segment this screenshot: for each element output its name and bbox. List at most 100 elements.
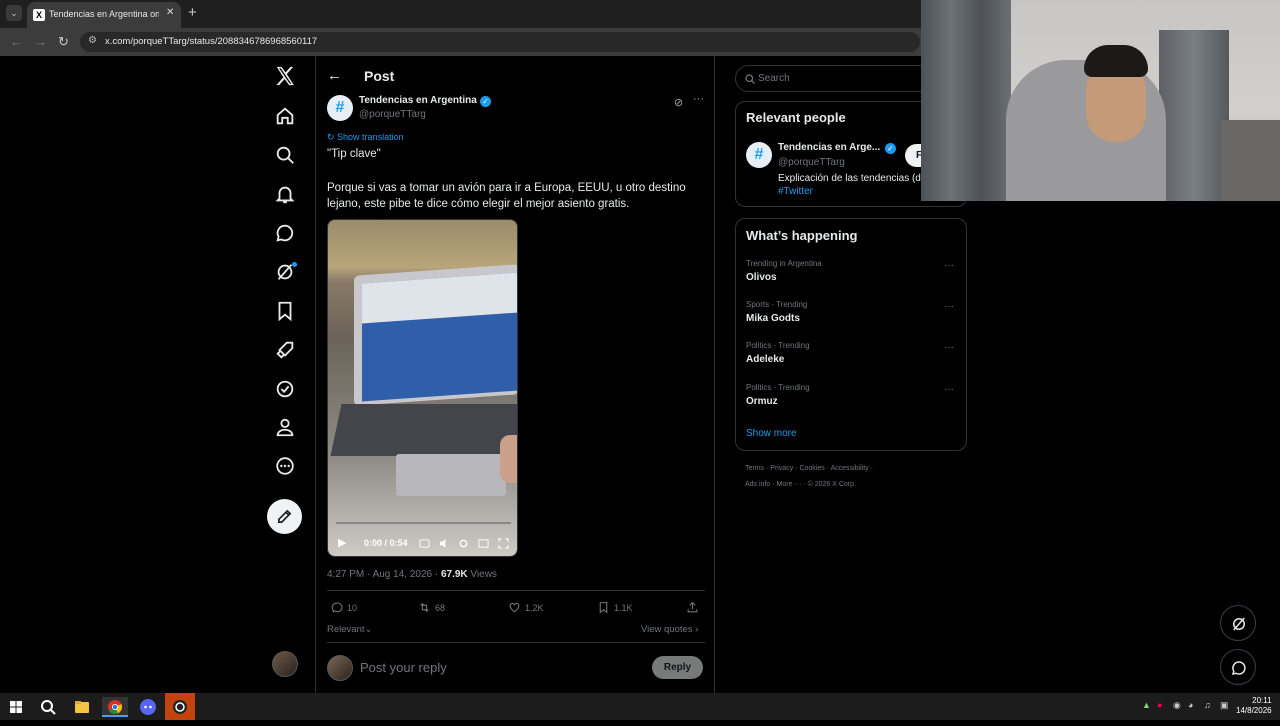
verified-badge-icon: ✓ [480, 96, 491, 107]
network-tray-icon[interactable]: ▣ [1220, 700, 1229, 711]
reply-count: 10 [347, 603, 358, 613]
back-arrow-icon[interactable]: ← [327, 67, 342, 84]
more-circle-icon[interactable] [274, 455, 296, 477]
post-meta: 4:27 PM · Aug 14, 2026 · 67.9K Views [327, 569, 497, 580]
compose-post-button[interactable] [267, 499, 302, 534]
site-info-icon[interactable]: ⚙ [88, 35, 97, 46]
forward-arrow-icon[interactable]: → [34, 34, 47, 49]
file-explorer-icon[interactable] [72, 697, 92, 717]
trend-more-icon[interactable]: ··· [944, 301, 954, 312]
views-label: Views [467, 569, 497, 580]
video-player[interactable]: ▶ 0:00 / 0:54 [327, 219, 518, 557]
rocket-icon[interactable] [274, 339, 296, 361]
relevant-person-name[interactable]: Tendencias en Arge... [778, 142, 880, 153]
chevron-right-icon: › [695, 624, 699, 635]
trend-name: Ormuz [746, 396, 778, 407]
video-progress-bar[interactable] [336, 522, 511, 524]
tab-close-icon[interactable]: ✕ [166, 7, 174, 18]
webcam-curtain [921, 0, 1011, 201]
discord-icon[interactable] [138, 697, 158, 717]
settings-gear-icon[interactable] [458, 536, 469, 548]
grok-explain-icon[interactable]: ⊘ [674, 96, 683, 109]
bookmark-count: 1.1K [614, 603, 633, 613]
post-text-body: Porque si vas a tomar un avión para ir a… [327, 182, 686, 210]
reload-icon[interactable]: ↻ [58, 34, 69, 50]
reply-input[interactable]: Post your reply [360, 660, 447, 675]
views-count: 67.9K [440, 569, 468, 580]
bookmark-button[interactable]: 1.1K [597, 601, 633, 614]
hashtag-link[interactable]: #Twitter [778, 186, 813, 197]
messages-float-button[interactable] [1220, 649, 1256, 685]
show-translation-link[interactable]: ↻ Show translation [327, 132, 404, 143]
reply-icon [331, 602, 343, 613]
new-tab-button[interactable]: + [188, 4, 197, 21]
repost-count: 68 [435, 603, 446, 613]
trend-name: Olivos [746, 272, 777, 283]
tray-app-icon[interactable]: ● [1157, 700, 1162, 710]
verified-badge-icon[interactable] [274, 378, 296, 400]
browser-tab[interactable]: X Tendencias en Argentina on X: ✕ [27, 2, 181, 28]
author-name[interactable]: Tendencias en Argentina [359, 95, 477, 106]
pip-icon[interactable] [478, 536, 489, 548]
account-avatar[interactable] [272, 651, 298, 677]
play-icon[interactable]: ▶ [338, 536, 346, 549]
x-favicon-icon: X [33, 9, 45, 21]
video-laptop-trackpad [396, 454, 506, 496]
show-more-link[interactable]: Show more [746, 428, 797, 439]
messages-icon [1231, 661, 1246, 676]
chrome-icon[interactable] [102, 697, 128, 717]
tray-app-icon-2[interactable]: ◕ [1188, 700, 1193, 710]
like-button[interactable]: 1.2K [508, 601, 544, 614]
video-time: 0:00 / 0:54 [364, 538, 408, 548]
footer-links-2[interactable]: Ads info · More ··· · © 2026 X Corp. [745, 481, 856, 488]
taskbar-search-icon[interactable] [38, 697, 58, 717]
grok-float-button[interactable] [1220, 605, 1256, 641]
post-timestamp[interactable]: 4:27 PM · Aug 14, 2026 · [327, 569, 441, 580]
author-avatar[interactable]: # [327, 95, 353, 121]
relevant-person-avatar[interactable]: # [746, 142, 772, 168]
globe-icon: ↻ [327, 132, 338, 142]
share-button[interactable] [686, 601, 703, 614]
home-icon[interactable] [274, 105, 296, 127]
reply-submit-button[interactable]: Reply [652, 656, 703, 679]
footer-links[interactable]: Terms · Privacy · Cookies · Accessibilit… [745, 465, 873, 472]
webcam-curtain [1159, 30, 1229, 201]
search-icon[interactable] [274, 144, 296, 166]
profile-icon[interactable] [274, 416, 296, 438]
like-count: 1.2K [525, 603, 544, 613]
volume-tray-icon[interactable]: ♫ [1204, 700, 1211, 710]
more-options-icon[interactable]: ··· [693, 93, 704, 105]
nvidia-tray-icon[interactable]: ▲ [1142, 700, 1151, 710]
messages-icon[interactable] [274, 222, 296, 244]
taskbar-clock[interactable]: 20:11 14/8/2026 [1236, 696, 1272, 716]
fullscreen-icon[interactable] [498, 536, 509, 549]
chevron-down-icon: ⌄ [364, 624, 373, 635]
url-field[interactable]: ⚙ x.com/porqueTTarg/status/2088346786968… [80, 32, 920, 52]
volume-icon[interactable] [439, 536, 450, 549]
view-quotes-link[interactable]: View quotes › [641, 624, 698, 635]
notifications-bell-icon[interactable] [274, 183, 296, 205]
back-arrow-icon[interactable]: ← [10, 34, 23, 49]
trend-more-icon[interactable]: ··· [944, 342, 954, 353]
repost-button[interactable]: 68 [418, 601, 445, 614]
relevant-person-handle[interactable]: @porqueTTarg [778, 157, 845, 168]
reply-avatar [327, 655, 353, 681]
captions-icon[interactable] [419, 536, 430, 548]
trend-more-icon[interactable]: ··· [944, 260, 954, 271]
tab-search-button[interactable]: ⌄ [6, 5, 22, 21]
x-logo-icon[interactable] [274, 65, 296, 87]
trend-more-icon[interactable]: ··· [944, 384, 954, 395]
view-quotes-label: View quotes [641, 624, 693, 635]
trend-name: Mika Godts [746, 313, 800, 324]
sort-replies-dropdown[interactable]: Relevant⌄ [327, 624, 372, 635]
obs-icon[interactable] [165, 693, 195, 720]
discord-tray-icon[interactable]: ◉ [1173, 700, 1181, 711]
notification-dot [292, 262, 297, 267]
clock-date: 14/8/2026 [1236, 706, 1272, 715]
bookmarks-icon[interactable] [274, 300, 296, 322]
author-handle[interactable]: @porqueTTarg [359, 109, 426, 120]
bookmark-icon [599, 602, 608, 614]
windows-taskbar: ▲ ● ◉ ◕ ♫ ▣ 20:11 14/8/2026 [0, 693, 1280, 720]
windows-start-icon[interactable] [6, 697, 26, 717]
reply-button[interactable]: 10 [330, 601, 357, 614]
